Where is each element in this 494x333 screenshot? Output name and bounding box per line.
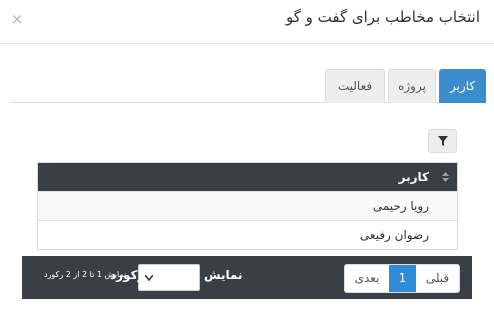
column-header-user[interactable]: کاربر — [399, 163, 429, 191]
table-row[interactable]: رضوان رفیعی — [38, 220, 457, 249]
sort-icon[interactable] — [442, 172, 449, 182]
user-name-cell: رضوان رفیعی — [359, 228, 429, 242]
filter-button[interactable] — [428, 129, 457, 153]
modal-title: انتخاب مخاطب برای گفت و گو — [286, 8, 480, 26]
records-info: نمایش 1 تا 2 از 2 رکورد — [44, 270, 127, 279]
tab-activity[interactable]: فعالیت — [325, 69, 385, 103]
page-size-label: نمایش — [204, 268, 243, 282]
tab-project[interactable]: پروژه — [388, 69, 436, 103]
chat-contact-modal: انتخاب مخاطب برای گفت و گو × کاربر پروژه… — [0, 0, 494, 333]
filter-icon — [438, 136, 448, 146]
next-page-button[interactable]: بعدی — [345, 265, 389, 292]
chevron-down-icon — [145, 275, 153, 281]
modal-header: انتخاب مخاطب برای گفت و گو × — [0, 0, 494, 44]
contact-type-tabs: کاربر پروژه فعالیت — [10, 69, 486, 103]
tab-user[interactable]: کاربر — [439, 69, 486, 103]
pagination: بعدی 1 قبلی — [344, 264, 460, 293]
table-row[interactable]: رویا رحیمی — [38, 191, 457, 220]
user-name-cell: رویا رحیمی — [372, 199, 429, 213]
grid-header[interactable]: کاربر — [38, 163, 457, 191]
grid-footer: بعدی 1 قبلی نمایش رکورد نمایش 1 تا 2 از … — [22, 256, 472, 299]
page-size-select[interactable] — [138, 264, 200, 291]
users-grid: کاربر رویا رحیمی رضوان رفیعی — [37, 162, 458, 250]
prev-page-button[interactable]: قبلی — [416, 265, 459, 292]
close-button[interactable]: × — [10, 10, 24, 28]
page-1-button[interactable]: 1 — [389, 265, 416, 292]
